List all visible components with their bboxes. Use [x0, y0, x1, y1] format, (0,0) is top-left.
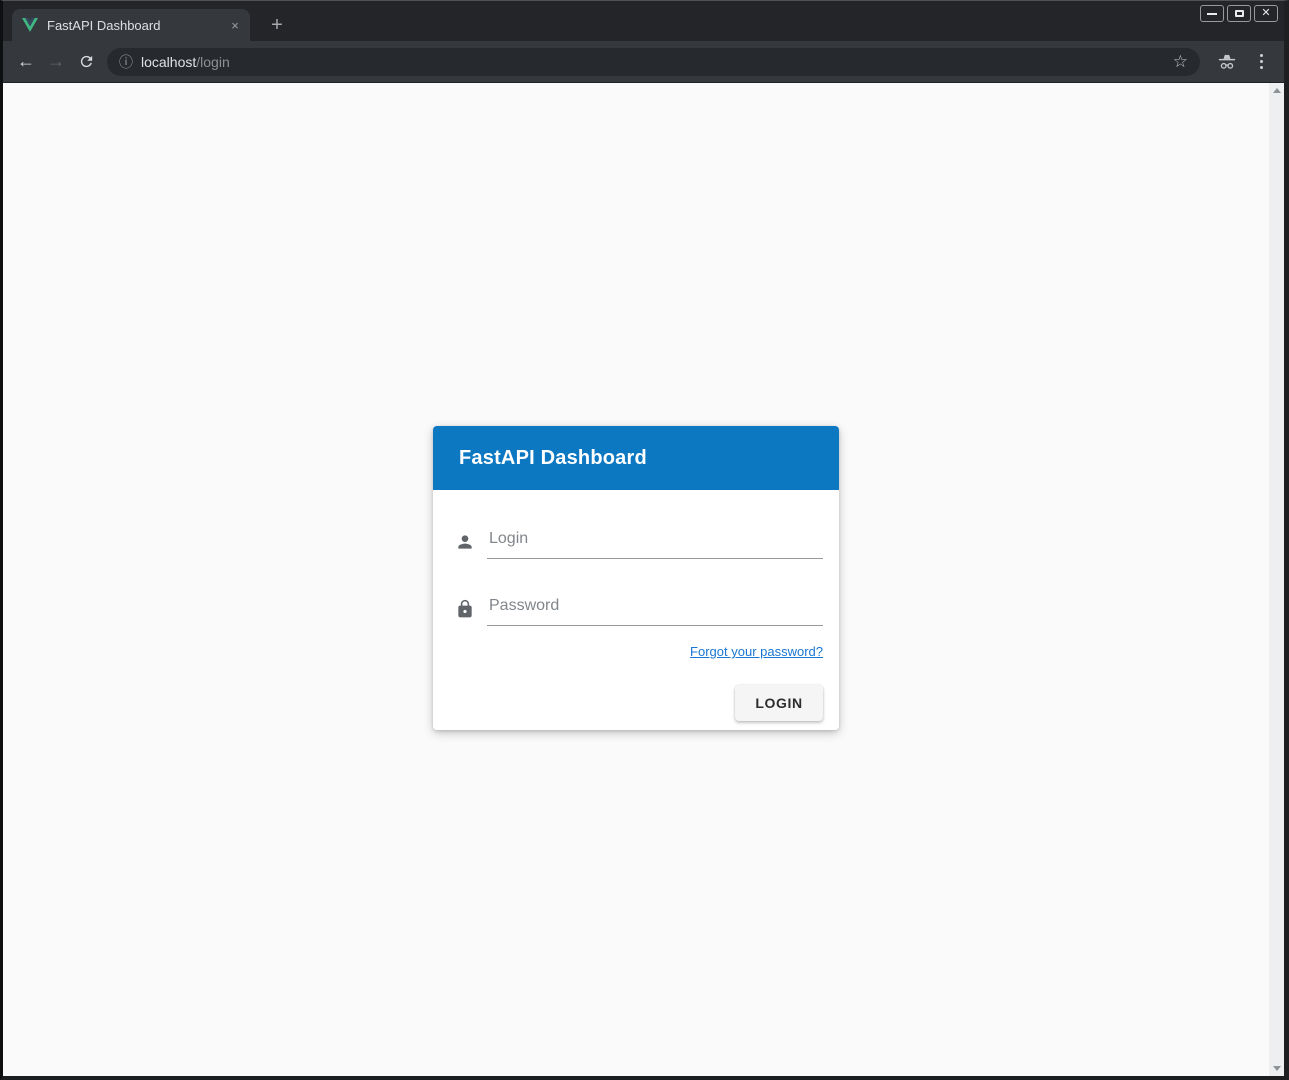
info-circle-icon[interactable]: ⓘ [119, 52, 133, 72]
window-controls: ✕ [1200, 5, 1278, 22]
kebab-menu-icon[interactable] [1248, 47, 1274, 77]
vue-logo-icon [22, 18, 38, 32]
star-outline-icon[interactable]: ☆ [1167, 52, 1194, 72]
login-card: FastAPI Dashboard [433, 426, 839, 730]
reload-icon [78, 53, 95, 70]
tab-strip: FastAPI Dashboard × + ✕ [3, 1, 1284, 41]
incognito-icon [1214, 52, 1240, 72]
password-field-row [455, 597, 823, 626]
login-card-header: FastAPI Dashboard [433, 426, 839, 490]
reload-button[interactable] [71, 47, 101, 77]
login-button[interactable]: LOGIN [735, 685, 823, 721]
login-card-body: Forgot your password? LOGIN [433, 490, 839, 730]
url-path: /login [196, 54, 229, 70]
tab-fastapi-dashboard[interactable]: FastAPI Dashboard × [12, 9, 250, 41]
tab-title: FastAPI Dashboard [47, 18, 226, 33]
lock-icon [455, 599, 475, 619]
back-button[interactable]: ← [11, 47, 41, 77]
address-bar[interactable]: ⓘ localhost/login ☆ [107, 48, 1200, 76]
password-input[interactable] [487, 597, 823, 626]
login-page: FastAPI Dashboard [3, 83, 1269, 1076]
scrollbar-up-icon[interactable] [1273, 88, 1281, 93]
forgot-password-row: Forgot your password? [455, 643, 823, 661]
page-content: FastAPI Dashboard [3, 83, 1284, 1076]
maximize-icon [1235, 10, 1244, 17]
tab-close-icon[interactable]: × [226, 16, 244, 34]
browser-window: FastAPI Dashboard × + ✕ ← → ⓘ localhost/… [0, 0, 1289, 1080]
close-button[interactable]: ✕ [1254, 5, 1278, 22]
minimize-button[interactable] [1200, 5, 1224, 22]
minimize-icon [1207, 13, 1217, 15]
new-tab-button[interactable]: + [263, 11, 291, 39]
maximize-button[interactable] [1227, 5, 1251, 22]
page-scrollbar[interactable] [1269, 83, 1284, 1076]
login-card-title: FastAPI Dashboard [459, 447, 647, 470]
url-host: localhost [141, 54, 196, 70]
card-actions: LOGIN [455, 685, 823, 721]
scrollbar-down-icon[interactable] [1273, 1066, 1281, 1071]
forward-button[interactable]: → [41, 47, 71, 77]
person-icon [455, 532, 475, 552]
login-field-row [455, 530, 823, 559]
browser-toolbar: ← → ⓘ localhost/login ☆ [3, 41, 1284, 83]
login-input[interactable] [487, 530, 823, 559]
url-text[interactable]: localhost/login [141, 54, 230, 70]
forgot-password-link[interactable]: Forgot your password? [690, 644, 823, 659]
